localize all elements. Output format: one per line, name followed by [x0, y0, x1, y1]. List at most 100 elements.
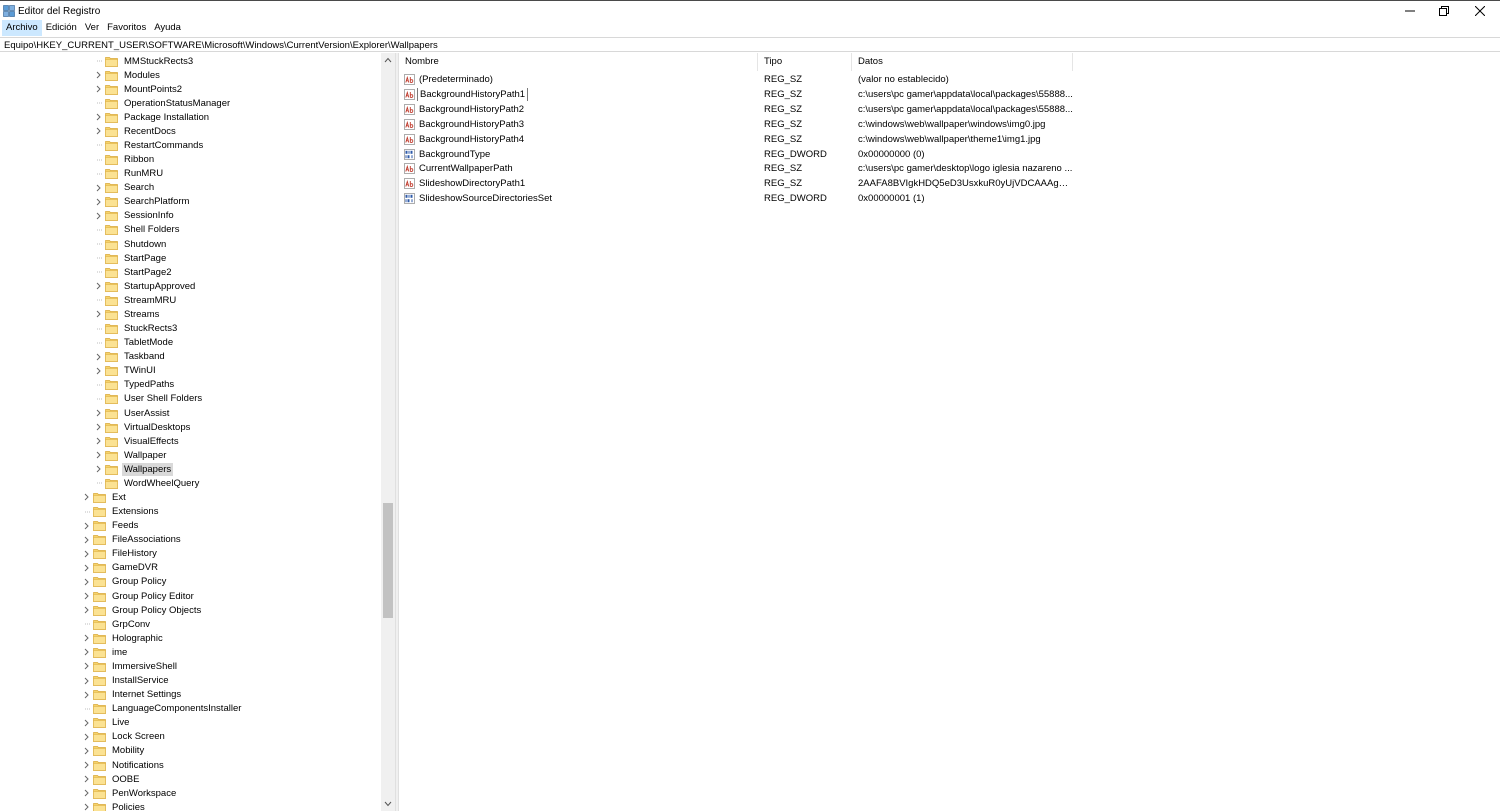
value-row[interactable]: CurrentWallpaperPath REG_SZ c:\users\pc ga… [399, 161, 1073, 176]
tree-item[interactable]: Taskband [93, 350, 167, 364]
chevron-right-icon[interactable] [81, 716, 91, 730]
minimize-button[interactable] [1395, 1, 1425, 21]
value-row[interactable]: BackgroundHistoryPath4 REG_SZ c:\windows\w… [399, 132, 1073, 147]
tree-item[interactable]: GrpConv [81, 617, 152, 631]
tree-item[interactable]: VirtualDesktops [93, 420, 192, 434]
tree-item[interactable]: VisualEffects [93, 434, 181, 448]
restore-button[interactable] [1429, 1, 1459, 21]
key-tree[interactable]: MMStuckRects3 Modules MountPoints2 Operatio… [0, 53, 395, 811]
tree-item[interactable]: UserAssist [93, 406, 171, 420]
tree-item[interactable]: InstallService [81, 674, 171, 688]
tree-item[interactable]: SearchPlatform [93, 195, 191, 209]
tree-item[interactable]: RestartCommands [93, 138, 205, 152]
chevron-right-icon[interactable] [81, 659, 91, 673]
chevron-right-icon[interactable] [81, 645, 91, 659]
tree-item[interactable]: Ribbon [93, 153, 156, 167]
tree-item[interactable]: User Shell Folders [93, 392, 204, 406]
tree-item[interactable]: Extensions [81, 505, 160, 519]
tree-item[interactable]: RecentDocs [93, 124, 178, 138]
close-button[interactable] [1465, 1, 1495, 21]
menu-edicion[interactable]: Edición [42, 20, 81, 36]
tree-item[interactable]: TypedPaths [93, 378, 176, 392]
chevron-right-icon[interactable] [93, 279, 103, 293]
tree-item[interactable]: Holographic [81, 631, 165, 645]
menu-archivo[interactable]: Archivo [2, 20, 42, 36]
tree-item[interactable]: TabletMode [93, 336, 175, 350]
chevron-right-icon[interactable] [81, 688, 91, 702]
tree-item[interactable]: ImmersiveShell [81, 659, 179, 673]
tree-item[interactable]: OOBE [81, 772, 141, 786]
menu-ver[interactable]: Ver [81, 20, 103, 36]
values-list[interactable]: Nombre Tipo Datos (Predeterminado) REG_SZ… [399, 53, 1500, 811]
chevron-right-icon[interactable] [81, 490, 91, 504]
tree-item[interactable]: ime [81, 645, 129, 659]
chevron-right-icon[interactable] [81, 589, 91, 603]
tree-item[interactable]: Package Installation [93, 110, 211, 124]
tree-item[interactable]: Live [81, 716, 131, 730]
tree-item[interactable]: FileAssociations [81, 533, 183, 547]
tree-item[interactable]: StartupApproved [93, 279, 197, 293]
chevron-right-icon[interactable] [81, 772, 91, 786]
tree-item[interactable]: MountPoints2 [93, 82, 184, 96]
tree-item[interactable]: TWinUI [93, 364, 158, 378]
value-row[interactable]: BackgroundType REG_DWORD 0x00000000 (0) [399, 147, 1073, 162]
tree-item[interactable]: FileHistory [81, 547, 159, 561]
chevron-right-icon[interactable] [93, 406, 103, 420]
chevron-right-icon[interactable] [81, 786, 91, 800]
tree-scrollbar[interactable] [381, 53, 395, 811]
chevron-right-icon[interactable] [81, 519, 91, 533]
chevron-right-icon[interactable] [93, 195, 103, 209]
tree-item[interactable]: Mobility [81, 744, 146, 758]
tree-item[interactable]: Group Policy Editor [81, 589, 196, 603]
chevron-right-icon[interactable] [81, 561, 91, 575]
tree-item[interactable]: LanguageComponentsInstaller [81, 702, 243, 716]
value-row[interactable]: BackgroundHistoryPath3 REG_SZ c:\windows\w… [399, 117, 1073, 132]
tree-item[interactable]: Feeds [81, 519, 140, 533]
value-row[interactable]: SlideshowSourceDirectoriesSet REG_DWORD 0x… [399, 191, 1073, 206]
chevron-right-icon[interactable] [93, 307, 103, 321]
value-row[interactable]: SlideshowDirectoryPath1 REG_SZ 2AAFA8BVIgk… [399, 176, 1073, 191]
menu-favoritos[interactable]: Favoritos [103, 20, 150, 36]
tree-item[interactable]: Shutdown [93, 237, 168, 251]
chevron-right-icon[interactable] [81, 674, 91, 688]
tree-item[interactable]: OperationStatusManager [93, 96, 232, 110]
value-row[interactable]: BackgroundHistoryPath2 REG_SZ c:\users\pc … [399, 102, 1073, 117]
tree-item[interactable]: Internet Settings [81, 688, 183, 702]
scroll-thumb[interactable] [383, 503, 393, 618]
tree-item[interactable]: Search [93, 181, 156, 195]
tree-item[interactable]: Wallpapers [93, 462, 174, 476]
tree-item[interactable]: Streams [93, 307, 161, 321]
tree-item[interactable]: StreamMRU [93, 293, 178, 307]
tree-item[interactable]: StartPage2 [93, 265, 174, 279]
chevron-right-icon[interactable] [93, 124, 103, 138]
menu-ayuda[interactable]: Ayuda [150, 20, 185, 36]
tree-item[interactable]: Notifications [81, 758, 166, 772]
scroll-up-button[interactable] [381, 53, 395, 67]
value-row[interactable]: (Predeterminado) REG_SZ (valor no establec… [399, 72, 1073, 87]
tree-item[interactable]: Modules [93, 68, 162, 82]
chevron-right-icon[interactable] [93, 448, 103, 462]
chevron-right-icon[interactable] [93, 420, 103, 434]
address-bar[interactable]: Equipo\HKEY_CURRENT_USER\SOFTWARE\Micros… [0, 37, 1500, 52]
tree-item[interactable]: Policies [81, 800, 147, 811]
chevron-right-icon[interactable] [81, 730, 91, 744]
chevron-right-icon[interactable] [93, 82, 103, 96]
tree-item[interactable]: Shell Folders [93, 223, 181, 237]
value-row[interactable]: BackgroundHistoryPath1 REG_SZ c:\users\pc … [399, 87, 1073, 102]
tree-item[interactable]: PenWorkspace [81, 786, 178, 800]
tree-item[interactable]: Group Policy [81, 575, 168, 589]
chevron-right-icon[interactable] [93, 350, 103, 364]
chevron-right-icon[interactable] [93, 434, 103, 448]
scroll-down-button[interactable] [381, 797, 395, 811]
column-header-nombre[interactable]: Nombre [399, 53, 758, 71]
tree-item[interactable]: WordWheelQuery [93, 476, 201, 490]
chevron-right-icon[interactable] [93, 181, 103, 195]
chevron-right-icon[interactable] [81, 631, 91, 645]
chevron-right-icon[interactable] [81, 800, 91, 811]
chevron-right-icon[interactable] [81, 533, 91, 547]
chevron-right-icon[interactable] [93, 110, 103, 124]
chevron-right-icon[interactable] [81, 758, 91, 772]
tree-item[interactable]: Group Policy Objects [81, 603, 203, 617]
tree-item[interactable]: MMStuckRects3 [93, 54, 195, 68]
chevron-right-icon[interactable] [81, 744, 91, 758]
